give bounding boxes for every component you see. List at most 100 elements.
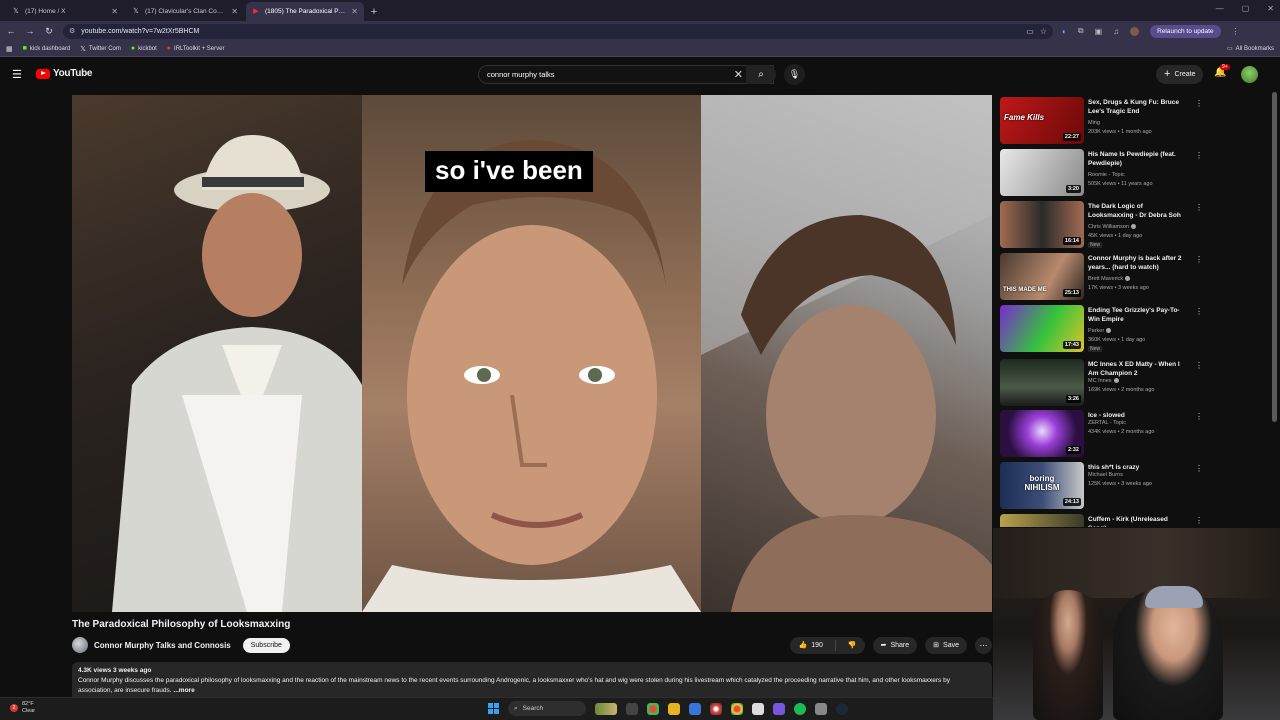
video-thumbnail[interactable]: THIS MADE ME 25:13 — [1000, 253, 1084, 300]
recommendation-item[interactable]: 16:14 The Dark Logic of Looksmaxxing - D… — [1000, 201, 1205, 251]
video-thumbnail[interactable]: 3:20 — [1000, 149, 1084, 196]
reload-icon[interactable]: ↻ — [44, 26, 54, 37]
channel-name[interactable]: Chris Williamson — [1088, 224, 1136, 230]
create-button[interactable]: + Create — [1156, 65, 1204, 84]
like-button[interactable]: 👍 190 — [790, 637, 830, 654]
voice-search-button[interactable]: 🎙 — [784, 64, 805, 85]
page-scrollbar[interactable] — [1272, 92, 1277, 422]
show-more-link[interactable]: ...more — [173, 687, 194, 694]
app-icon[interactable] — [815, 702, 827, 715]
discord-icon[interactable] — [773, 702, 785, 715]
video-thumbnail[interactable]: 2:32 — [1000, 410, 1084, 457]
video-thumbnail[interactable]: 16:14 — [1000, 201, 1084, 248]
bookmark-irltoolkit[interactable]: ● IRLToolkit + Server — [167, 45, 225, 52]
search-button[interactable]: ⌕ — [746, 65, 776, 84]
more-vertical-icon[interactable]: ⋮ — [1195, 203, 1203, 212]
obs-icon[interactable] — [710, 702, 722, 715]
all-bookmarks-button[interactable]: ▭ All Bookmarks — [1227, 45, 1274, 53]
more-vertical-icon[interactable]: ⋮ — [1195, 464, 1203, 473]
minimize-icon[interactable]: — — [1216, 4, 1224, 13]
settings-icon[interactable] — [752, 702, 764, 715]
site-info-icon[interactable]: ⚙ — [69, 27, 75, 35]
video-thumbnail[interactable]: Fame Kills 22:27 — [1000, 97, 1084, 144]
more-vertical-icon[interactable]: ⋮ — [1195, 99, 1203, 108]
notifications-button[interactable]: 🔔 9+ — [1214, 64, 1230, 78]
video-thumbnail[interactable] — [1000, 514, 1084, 527]
more-vertical-icon[interactable]: ⋮ — [1195, 361, 1203, 370]
subscribe-button[interactable]: Subscribe — [242, 637, 290, 653]
video-thumbnail[interactable]: 3:26 — [1000, 359, 1084, 406]
sidepanel-icon[interactable]: ▣ — [1095, 27, 1103, 36]
more-vertical-icon[interactable]: ⋮ — [1195, 307, 1203, 316]
back-icon[interactable]: ← — [6, 26, 16, 36]
more-vertical-icon[interactable]: ⋮ — [1195, 151, 1203, 160]
bookmark-twitter[interactable]: 𝕏 Twitter Com — [80, 45, 121, 53]
bookmark-star-icon[interactable]: ☆ — [1040, 27, 1047, 36]
spotify-icon[interactable] — [794, 702, 806, 715]
recommendation-item[interactable]: 17:43 Ending Tee Grizzley's Pay-To-Win E… — [1000, 305, 1205, 355]
weather-widget[interactable]: 2 82°F Clear — [10, 701, 35, 715]
windows-start-icon[interactable] — [488, 703, 499, 714]
close-window-icon[interactable]: ✕ — [1267, 4, 1274, 13]
dislike-button[interactable]: 👎 — [840, 637, 865, 654]
video-title[interactable]: this sh*t is crazy — [1088, 463, 1188, 472]
channel-name[interactable]: Brett Maverick — [1088, 276, 1131, 282]
recommendation-item[interactable]: 3:20 His Name Is Pewdiepie (feat. Pewdie… — [1000, 149, 1205, 199]
new-tab-button[interactable]: + — [366, 2, 382, 21]
chrome-alt-icon[interactable] — [731, 702, 743, 715]
more-actions-button[interactable]: ⋯ — [975, 636, 992, 654]
maximize-icon[interactable]: ▢ — [1242, 4, 1250, 13]
cast-icon[interactable]: ▭ — [1026, 27, 1034, 36]
recommendation-item[interactable]: Cuffem - Kirk (Unreleased Song) ⋮ — [1000, 514, 1205, 527]
tab-x-home[interactable]: 𝕏 (17) Home / X ✕ — [6, 2, 124, 21]
save-button[interactable]: ⊞ Save — [925, 636, 967, 654]
steam-icon[interactable] — [836, 702, 848, 715]
more-vertical-icon[interactable]: ⋮ — [1195, 255, 1203, 264]
share-button[interactable]: ➦ Share — [872, 636, 918, 654]
video-thumbnail[interactable]: 17:43 — [1000, 305, 1084, 352]
close-tab-icon[interactable]: ✕ — [351, 7, 358, 16]
youtube-logo[interactable]: YouTube — [36, 68, 93, 79]
video-title[interactable]: Ending Tee Grizzley's Pay-To-Win Empire — [1088, 306, 1188, 324]
video-title[interactable]: His Name Is Pewdiepie (feat. Pewdiepie) — [1088, 150, 1188, 168]
video-title[interactable]: Connor Murphy is back after 2 years... (… — [1088, 254, 1188, 272]
extension-icon[interactable]: ◐ — [1062, 27, 1067, 36]
channel-name[interactable]: Parker — [1088, 328, 1112, 334]
video-title[interactable]: Cuffem - Kirk (Unreleased Song) — [1088, 515, 1188, 527]
channel-name[interactable]: Ming — [1088, 120, 1100, 126]
task-view-icon[interactable] — [626, 702, 638, 715]
account-avatar[interactable] — [1241, 66, 1258, 83]
recommendation-item[interactable]: boring NIHILISM 24:13 this sh*t is crazy… — [1000, 462, 1205, 512]
relaunch-button[interactable]: Relaunch to update — [1150, 24, 1221, 38]
recommendation-item[interactable]: 3:26 MC Innes X ED Matty - When I Am Cha… — [1000, 359, 1205, 409]
widgets-icon[interactable] — [595, 702, 617, 715]
profile-avatar[interactable] — [1130, 26, 1140, 36]
clear-search-icon[interactable]: ✕ — [734, 68, 743, 81]
hamburger-menu-icon[interactable]: ☰ — [12, 68, 22, 81]
browser-menu-icon[interactable]: ⋮ — [1232, 27, 1240, 36]
file-explorer-icon[interactable] — [668, 702, 680, 715]
channel-avatar[interactable] — [72, 637, 88, 653]
channel-name[interactable]: Michael Burns — [1088, 472, 1123, 478]
channel-name[interactable]: ZERTAL - Topic — [1088, 420, 1126, 426]
video-title[interactable]: MC Innes X ED Matty - When I Am Champion… — [1088, 360, 1188, 378]
tab-clavicular[interactable]: 𝕏 (17) Clavicular's Clan Commun ✕ — [126, 2, 244, 21]
more-vertical-icon[interactable]: ⋮ — [1195, 516, 1203, 525]
extensions-puzzle-icon[interactable]: ⧉ — [1078, 26, 1084, 36]
search-input[interactable]: connor murphy talks ✕ — [478, 65, 774, 84]
video-title[interactable]: The Dark Logic of Looksmaxxing - Dr Debr… — [1088, 202, 1188, 220]
chrome-icon[interactable] — [647, 702, 659, 715]
recommendation-item[interactable]: THIS MADE ME 25:13 Connor Murphy is back… — [1000, 253, 1205, 303]
video-thumbnail[interactable]: boring NIHILISM 24:13 — [1000, 462, 1084, 509]
channel-name[interactable]: Connor Murphy Talks and Connosis — [94, 641, 231, 650]
recommendation-item[interactable]: 2:32 Ice - slowed ZERTAL - Topic 434K vi… — [1000, 410, 1205, 460]
media-icon[interactable]: ♫ — [1113, 27, 1119, 36]
address-bar[interactable]: ⚙ youtube.com/watch?v=7w2tXr5BHCM ▭ ☆ — [63, 23, 1053, 39]
bookmark-kick-dashboard[interactable]: ■ kick dashboard — [23, 45, 71, 52]
channel-name[interactable]: MC Innes — [1088, 378, 1119, 384]
video-title[interactable]: Ice - slowed — [1088, 411, 1188, 420]
bookmark-kickbot[interactable]: ● kickbot — [131, 45, 157, 52]
channel-name[interactable]: Roomie - Topic — [1088, 172, 1125, 178]
more-vertical-icon[interactable]: ⋮ — [1195, 412, 1203, 421]
tab-youtube-video[interactable]: ▶ (1805) The Paradoxical Philoso ✕ — [246, 2, 364, 21]
